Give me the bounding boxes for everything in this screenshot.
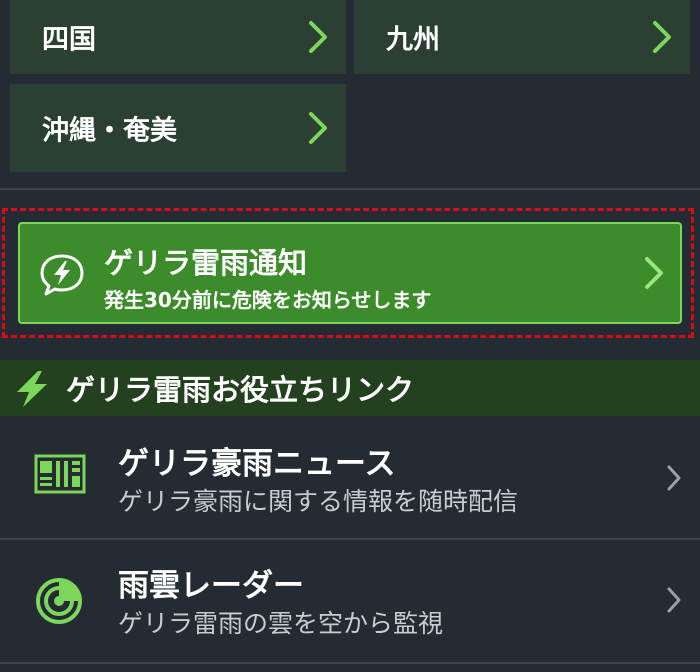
guerrilla-rain-notification-button[interactable]: ゲリラ雷雨通知 発生30分前に危険をお知らせします <box>18 222 682 324</box>
region-label: 沖縄・奄美 <box>42 115 177 147</box>
chevron-right-icon <box>309 112 327 144</box>
chevron-right-icon <box>309 21 327 53</box>
link-row-guerrilla-rain-news[interactable]: ゲリラ豪雨ニュース ゲリラ豪雨に関する情報を随時配信 <box>0 418 700 538</box>
section-header: ゲリラ雷雨お役立ちリンク <box>0 360 700 416</box>
notification-title: ゲリラ雷雨通知 <box>104 246 308 280</box>
link-title: 雨雲レーダー <box>118 568 304 604</box>
region-label: 四国 <box>42 24 96 56</box>
divider <box>0 188 700 190</box>
lightning-bubble-icon <box>40 254 84 296</box>
lightning-icon <box>17 371 47 407</box>
chevron-right-icon <box>667 465 681 491</box>
notification-subtitle: 発生30分前に危険をお知らせします <box>104 288 432 312</box>
region-button-shikoku[interactable]: 四国 <box>10 0 346 74</box>
chevron-right-icon <box>667 587 681 613</box>
news-icon <box>34 454 86 494</box>
section-title: ゲリラ雷雨お役立ちリンク <box>66 373 415 407</box>
link-title: ゲリラ豪雨ニュース <box>118 446 396 482</box>
divider <box>0 662 700 664</box>
radar-icon <box>36 578 82 624</box>
region-button-okinawa-amami[interactable]: 沖縄・奄美 <box>10 84 346 172</box>
region-button-kyushu[interactable]: 九州 <box>354 0 690 74</box>
link-row-rain-cloud-radar[interactable]: 雨雲レーダー ゲリラ雷雨の雲を空から監視 <box>0 540 700 660</box>
chevron-right-icon <box>645 257 663 289</box>
link-description: ゲリラ雷雨の雲を空から監視 <box>118 609 444 638</box>
link-description: ゲリラ豪雨に関する情報を随時配信 <box>118 487 519 516</box>
region-label: 九州 <box>386 24 440 56</box>
chevron-right-icon <box>653 21 671 53</box>
